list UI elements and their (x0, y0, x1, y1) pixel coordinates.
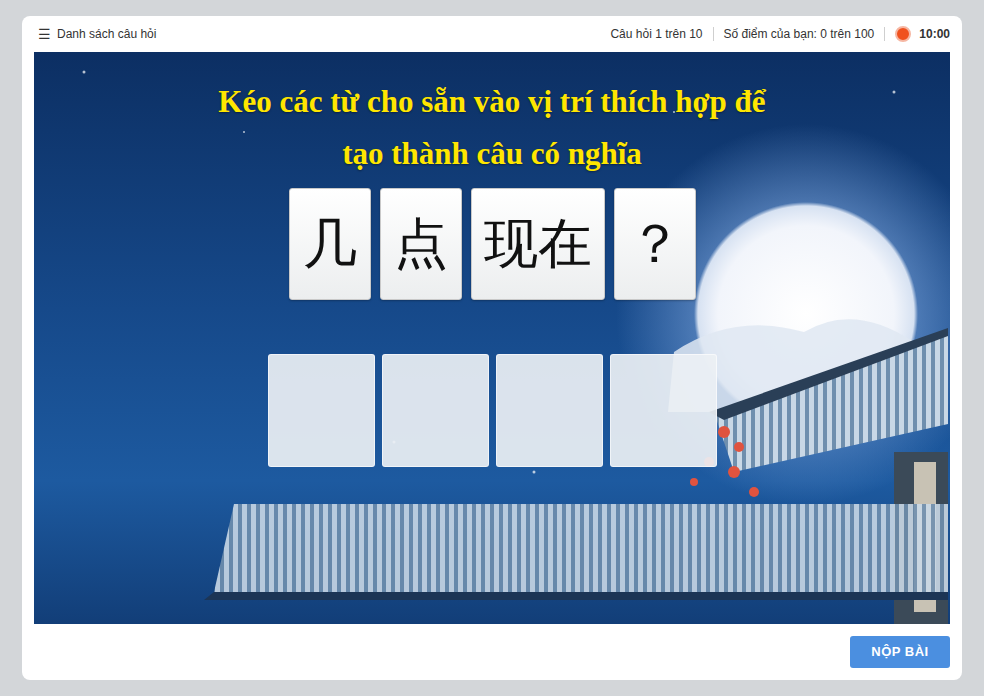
status-group: Câu hỏi 1 trên 10 Số điểm của bạn: 0 trên… (610, 25, 950, 43)
word-tile[interactable]: 几 (289, 188, 371, 300)
drop-slot[interactable] (610, 354, 717, 467)
list-icon[interactable]: ☰ (38, 27, 51, 41)
word-tile[interactable]: 现在 (471, 188, 605, 300)
footer: NỘP BÀI (22, 624, 962, 668)
score: Số điểm của bạn: 0 trên 100 (724, 25, 875, 43)
drop-slot[interactable] (382, 354, 489, 467)
word-bank: 几点现在？ (289, 188, 696, 300)
quiz-stage: Kéo các từ cho sẵn vào vị trí thích hợp … (34, 52, 950, 624)
question-progress: Câu hỏi 1 trên 10 (610, 25, 702, 43)
word-tile[interactable]: 点 (380, 188, 462, 300)
top-bar: ☰ Danh sách câu hỏi Câu hỏi 1 trên 10 Số đi… (22, 16, 962, 52)
separator (713, 27, 714, 41)
instruction-line: Kéo các từ cho sẵn vào vị trí thích hợp … (218, 76, 765, 128)
timer-icon (895, 26, 911, 42)
instruction: Kéo các từ cho sẵn vào vị trí thích hợp … (218, 76, 765, 180)
instruction-line: tạo thành câu có nghĩa (218, 128, 765, 180)
submit-button[interactable]: NỘP BÀI (850, 636, 950, 668)
drop-slot[interactable] (496, 354, 603, 467)
question-list-button[interactable]: ☰ Danh sách câu hỏi (38, 25, 156, 43)
word-tile[interactable]: ？ (614, 188, 696, 300)
timer: 10:00 (919, 25, 950, 43)
question-list-label[interactable]: Danh sách câu hỏi (57, 25, 156, 43)
separator (884, 27, 885, 41)
drop-zone (268, 354, 717, 467)
drop-slot[interactable] (268, 354, 375, 467)
quiz-card: ☰ Danh sách câu hỏi Câu hỏi 1 trên 10 Số đi… (22, 16, 962, 680)
